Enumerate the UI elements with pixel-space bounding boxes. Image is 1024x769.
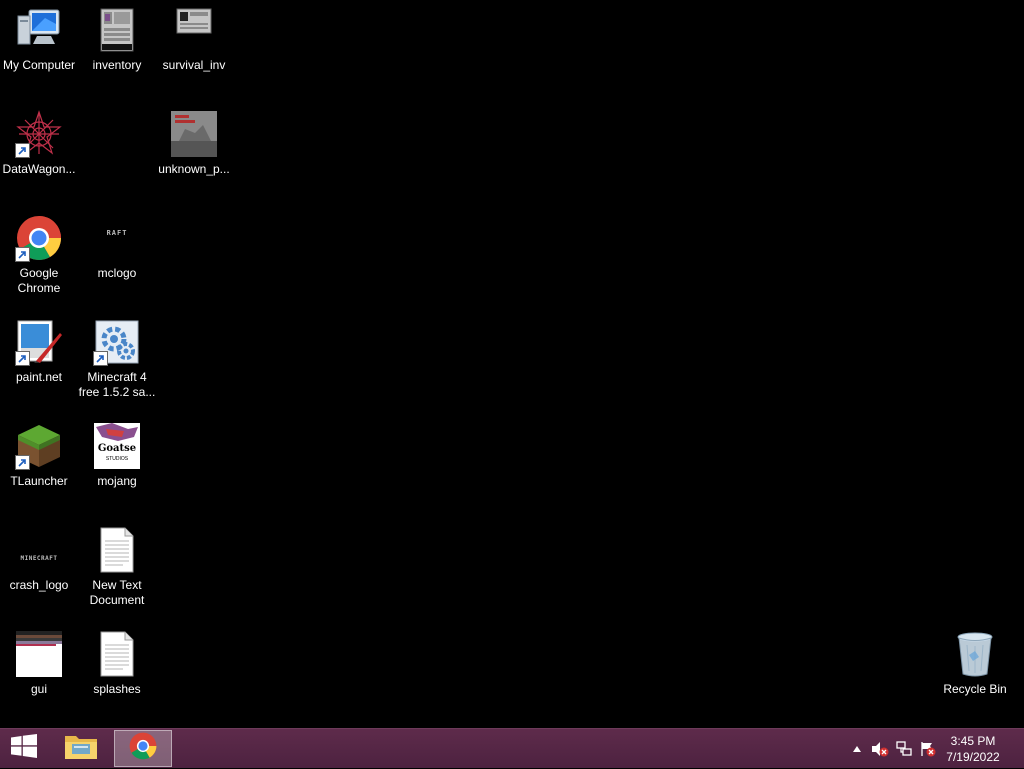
icon-label: Recycle Bin bbox=[943, 682, 1007, 696]
desktop-icon-splashes[interactable]: splashes bbox=[78, 630, 156, 697]
system-tray bbox=[846, 729, 940, 769]
desktop-icon-recycle-bin[interactable]: Recycle Bin bbox=[936, 630, 1014, 697]
volume-muted-icon[interactable] bbox=[868, 741, 892, 757]
icon-label: Google Chrome bbox=[17, 266, 61, 295]
text-document-icon bbox=[93, 526, 141, 574]
file-explorer-icon bbox=[64, 732, 98, 765]
mclogo-thumbnail-text: RAFT bbox=[106, 229, 128, 237]
clock-time: 3:45 PM bbox=[950, 734, 996, 748]
icon-label: gui bbox=[30, 682, 47, 696]
computer-icon bbox=[15, 6, 63, 54]
clock-date: 7/19/2022 bbox=[946, 750, 1000, 764]
shortcut-arrow-icon bbox=[15, 143, 30, 158]
desktop-icon-paint-net[interactable]: paint.net bbox=[0, 318, 78, 385]
desktop-icon-survival-inv[interactable]: survival_inv bbox=[155, 6, 233, 73]
desktop-icon-mclogo[interactable]: RAFT mclogo bbox=[78, 214, 156, 281]
text-document-icon bbox=[93, 630, 141, 678]
taskbar-file-explorer-button[interactable] bbox=[56, 730, 106, 767]
icon-label: crash_logo bbox=[9, 578, 69, 592]
grass-block-icon bbox=[15, 422, 63, 470]
icon-label: unknown_p... bbox=[158, 162, 230, 176]
desktop-icon-mojang[interactable]: Goatse STUDIOS mojang bbox=[78, 422, 156, 489]
mojang-thumbnail: Goatse STUDIOS bbox=[94, 423, 140, 469]
icon-label: TLauncher bbox=[10, 474, 68, 488]
shortcut-arrow-icon bbox=[15, 351, 30, 366]
icon-label: Minecraft 4 free 1.5.2 sa... bbox=[78, 370, 156, 399]
image-file-icon bbox=[93, 6, 141, 54]
desktop-icon-google-chrome[interactable]: Google Chrome bbox=[0, 214, 78, 296]
datawagon-app-icon bbox=[15, 110, 63, 158]
action-center-icon[interactable] bbox=[916, 741, 940, 757]
desktop-icon-crash-logo[interactable]: MINECRAFT crash_logo bbox=[0, 526, 78, 593]
icon-label: paint.net bbox=[15, 370, 63, 384]
desktop: My Computer inventory survival_inv DataW… bbox=[0, 0, 1024, 728]
windows-logo-icon bbox=[11, 734, 37, 763]
image-file-icon: Goatse STUDIOS bbox=[93, 422, 141, 470]
mojang-thumbnail-subtitle: STUDIOS bbox=[105, 456, 129, 462]
image-file-icon: MINECRAFT bbox=[15, 526, 63, 574]
desktop-icon-gui[interactable]: gui bbox=[0, 630, 78, 697]
network-icon[interactable] bbox=[892, 741, 916, 757]
image-file-icon bbox=[170, 6, 218, 54]
desktop-icon-minecraft-installer[interactable]: Minecraft 4 free 1.5.2 sa... bbox=[78, 318, 156, 400]
shortcut-arrow-icon bbox=[93, 351, 108, 366]
icon-label: mclogo bbox=[97, 266, 137, 280]
installer-icon bbox=[93, 318, 141, 366]
desktop-icon-my-computer[interactable]: My Computer bbox=[0, 6, 78, 73]
desktop-icon-datawagon[interactable]: DataWagon... bbox=[0, 110, 78, 177]
taskbar-chrome-button[interactable] bbox=[114, 730, 172, 767]
taskbar: 3:45 PM 7/19/2022 bbox=[0, 728, 1024, 768]
crash-logo-thumbnail-text: MINECRAFT bbox=[20, 554, 58, 562]
icon-label: inventory bbox=[92, 58, 142, 72]
paintnet-icon bbox=[15, 318, 63, 366]
icon-label: DataWagon... bbox=[2, 162, 76, 176]
show-hidden-icons-icon[interactable] bbox=[846, 746, 868, 752]
icon-label: splashes bbox=[93, 682, 141, 696]
image-file-icon: RAFT bbox=[93, 214, 141, 262]
icon-label: New Text Document bbox=[89, 578, 145, 607]
shortcut-arrow-icon bbox=[15, 247, 30, 262]
chrome-icon bbox=[15, 214, 63, 262]
desktop-icon-unknown-p[interactable]: unknown_p... bbox=[155, 110, 233, 177]
image-file-icon bbox=[170, 110, 218, 158]
start-button[interactable] bbox=[0, 730, 48, 767]
desktop-icon-new-text-document[interactable]: New Text Document bbox=[78, 526, 156, 608]
mojang-thumbnail-title: Goatse bbox=[97, 443, 137, 454]
image-file-icon bbox=[15, 630, 63, 678]
icon-label: My Computer bbox=[2, 58, 76, 72]
chrome-icon bbox=[129, 732, 157, 765]
shortcut-arrow-icon bbox=[15, 455, 30, 470]
icon-label: mojang bbox=[97, 474, 137, 488]
icon-label: survival_inv bbox=[162, 58, 226, 72]
taskbar-clock[interactable]: 3:45 PM 7/19/2022 bbox=[938, 733, 1008, 765]
desktop-icon-inventory[interactable]: inventory bbox=[78, 6, 156, 73]
recycle-bin-icon bbox=[951, 630, 999, 678]
desktop-icon-tlauncher[interactable]: TLauncher bbox=[0, 422, 78, 489]
